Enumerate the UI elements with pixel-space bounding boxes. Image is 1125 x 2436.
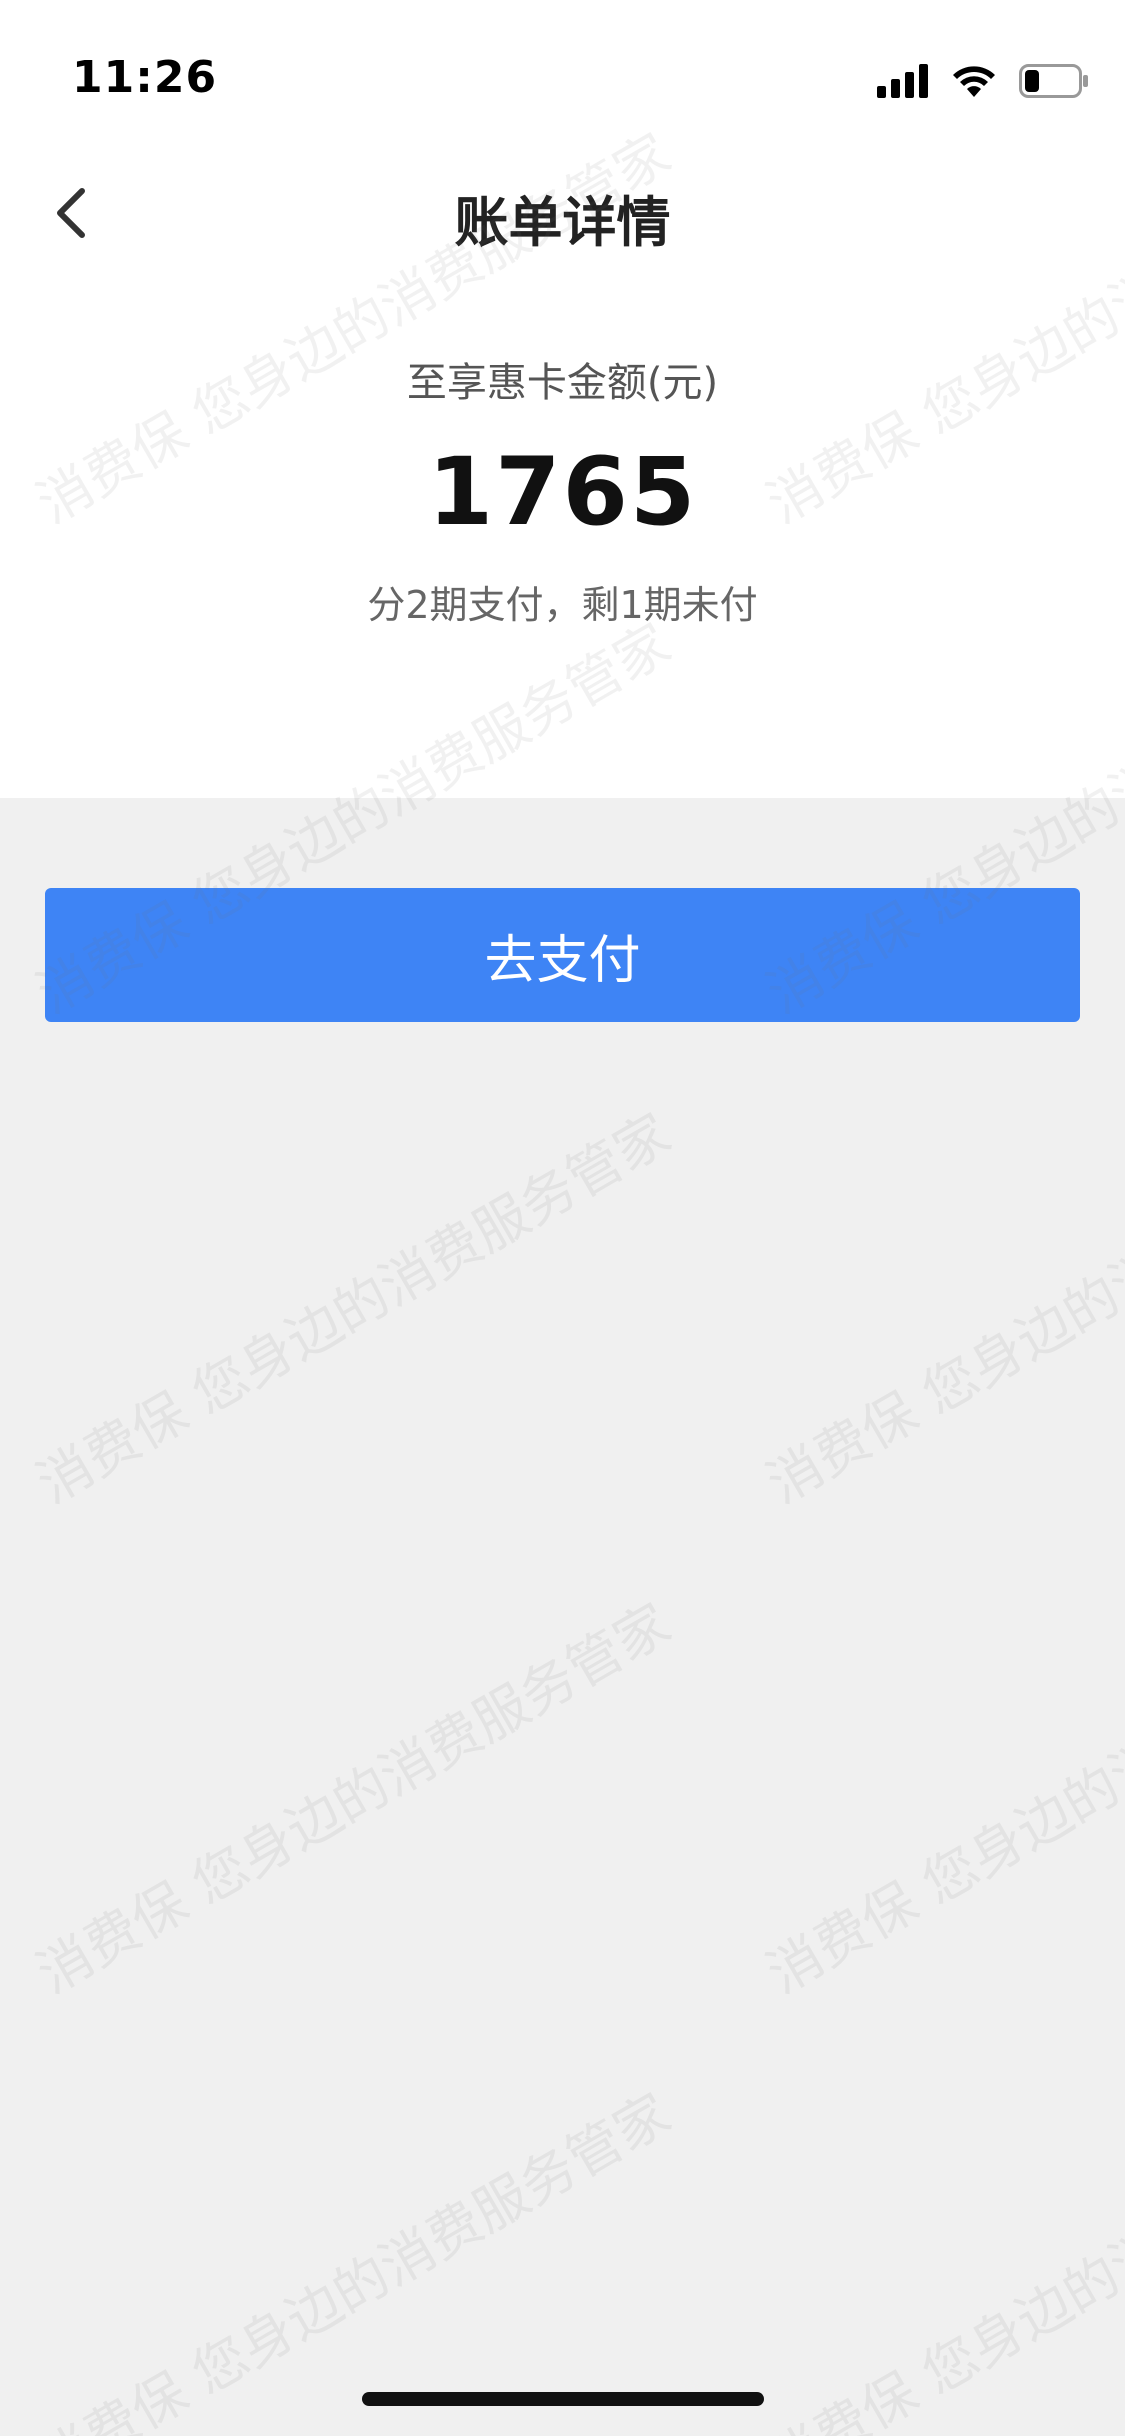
status-icons [877, 58, 1089, 108]
card-amount-label: 至享惠卡金额(元) [406, 360, 719, 406]
watermark-text: 消费保 您身边的消费服务管家 [26, 1101, 681, 1516]
watermark-text: 消费保 您身边的消费服务管家 [26, 2081, 681, 2436]
page-title: 账单详情 [454, 191, 671, 254]
watermark-text: 消费保 您身边的消费服务管家 [26, 1591, 681, 2006]
battery-icon [1019, 64, 1089, 102]
installment-info: 分2期支付，剩1期未付 [367, 583, 758, 627]
bill-summary-section: 11:26 账单详情 至享惠卡金额(元) 1765 分2期支付，剩1期未付 [0, 0, 1125, 798]
home-indicator [362, 2392, 764, 2406]
amount-value: 1765 [427, 438, 698, 547]
watermark-text: 消费保 您身边的消费服务管家 [756, 1591, 1125, 2006]
watermark-text: 消费保 您身边的消费服务管家 [756, 2081, 1125, 2436]
status-time: 11:26 [72, 52, 218, 103]
page: 11:26 账单详情 至享惠卡金额(元) 1765 分2期支付，剩1期未付 去支… [0, 0, 1125, 2436]
watermark-text: 消费保 您身边的消费服务管家 [756, 1101, 1125, 1516]
pay-button[interactable]: 去支付 [45, 888, 1080, 1022]
signal-icon [877, 64, 929, 102]
wifi-icon [951, 64, 997, 102]
